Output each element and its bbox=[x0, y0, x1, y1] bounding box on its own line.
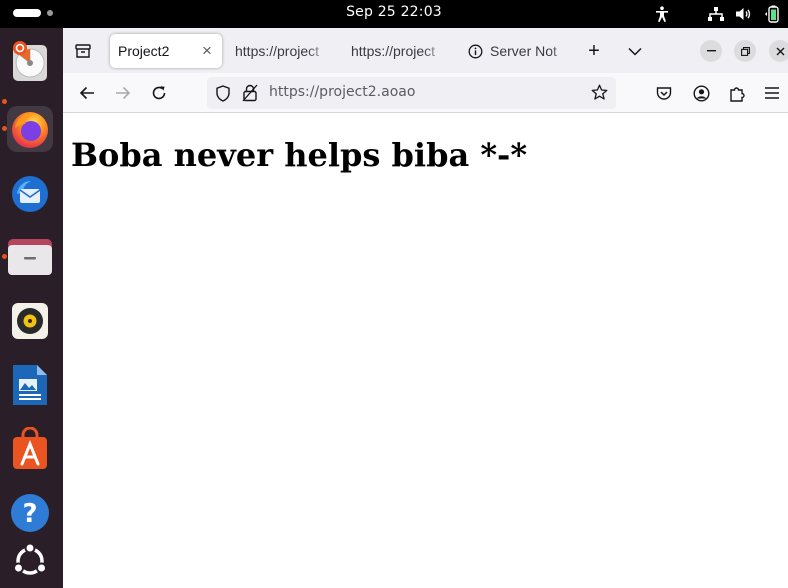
rhythmbox-icon bbox=[12, 303, 48, 339]
app-center-icon bbox=[13, 427, 47, 469]
back-button[interactable] bbox=[75, 81, 99, 105]
account-button[interactable] bbox=[689, 81, 713, 105]
restore-icon bbox=[740, 46, 750, 56]
plus-icon: + bbox=[588, 39, 600, 62]
dock-app-help[interactable]: ? bbox=[7, 490, 53, 536]
dock-app-writer[interactable] bbox=[7, 362, 53, 408]
restore-button[interactable] bbox=[734, 40, 756, 62]
system-tray[interactable] bbox=[652, 4, 782, 24]
minimize-icon bbox=[706, 50, 716, 52]
page-heading: Boba never helps biba *-* bbox=[71, 136, 528, 174]
tab-server-not-found[interactable]: Server Not bbox=[460, 34, 570, 68]
dock-app-app-center[interactable] bbox=[7, 426, 53, 472]
accessibility-icon[interactable] bbox=[652, 4, 672, 24]
writer-icon bbox=[13, 365, 47, 405]
volume-icon[interactable] bbox=[734, 4, 754, 24]
url-bar[interactable]: https://project2.aoao bbox=[207, 77, 616, 109]
arrow-left-icon bbox=[79, 86, 94, 100]
pocket-icon bbox=[656, 86, 672, 100]
files-icon bbox=[8, 239, 52, 275]
dock-app-disk-analyzer[interactable] bbox=[7, 38, 53, 84]
tab-project-3[interactable]: https://project bbox=[343, 34, 453, 68]
forward-button[interactable] bbox=[111, 81, 135, 105]
info-icon bbox=[468, 44, 483, 59]
firefox-window: Project2 × https://project https://proje… bbox=[63, 28, 788, 588]
navigation-toolbar: https://project2.aoao bbox=[63, 73, 788, 113]
dock-app-files[interactable] bbox=[7, 234, 53, 280]
close-icon bbox=[776, 47, 784, 55]
firefox-icon bbox=[12, 112, 48, 148]
extensions-button[interactable] bbox=[725, 81, 749, 105]
running-indicator bbox=[2, 99, 7, 104]
page-content: Boba never helps biba *-* bbox=[63, 114, 788, 588]
network-icon[interactable] bbox=[706, 4, 726, 24]
tab-strip: Project2 × https://project https://proje… bbox=[63, 28, 788, 73]
tab-label: https://project bbox=[351, 43, 436, 59]
reload-icon bbox=[152, 86, 166, 100]
dock-app-firefox[interactable] bbox=[7, 106, 53, 152]
tab-project-2[interactable]: https://project bbox=[226, 34, 336, 68]
account-icon bbox=[692, 84, 710, 102]
minimize-button[interactable] bbox=[700, 40, 722, 62]
bookmark-star-icon[interactable] bbox=[591, 84, 608, 101]
connection-insecure-icon[interactable] bbox=[242, 84, 258, 102]
battery-icon[interactable] bbox=[762, 4, 782, 24]
new-tab-button[interactable]: + bbox=[582, 39, 606, 63]
chevron-down-icon bbox=[628, 47, 642, 56]
dock-app-rhythmbox[interactable] bbox=[7, 298, 53, 344]
app-menu-button[interactable] bbox=[760, 81, 784, 105]
tab-label: Server Not bbox=[490, 43, 557, 59]
reload-button[interactable] bbox=[147, 81, 171, 105]
tab-label: Project2 bbox=[118, 43, 170, 59]
svg-text:?: ? bbox=[22, 499, 37, 529]
disk-analyzer-icon bbox=[13, 41, 47, 81]
dock-app-thunderbird[interactable] bbox=[7, 170, 53, 216]
help-icon: ? bbox=[11, 494, 49, 532]
arrow-right-icon bbox=[116, 86, 131, 100]
pocket-button[interactable] bbox=[652, 81, 676, 105]
list-all-tabs-button[interactable] bbox=[623, 39, 647, 63]
tab-overview-button[interactable] bbox=[71, 40, 95, 62]
tab-project2[interactable]: Project2 × bbox=[110, 34, 222, 68]
close-tab-icon[interactable]: × bbox=[202, 41, 212, 61]
dock: ? bbox=[0, 28, 63, 588]
thunderbird-icon bbox=[12, 176, 48, 212]
tracking-protection-icon[interactable] bbox=[215, 85, 231, 102]
archive-icon bbox=[75, 43, 91, 58]
url-text[interactable]: https://project2.aoao bbox=[269, 84, 415, 100]
puzzle-icon bbox=[730, 86, 745, 102]
hamburger-menu-icon bbox=[765, 87, 779, 99]
tab-label: https://project bbox=[235, 43, 320, 59]
top-bar: Sep 25 22:03 bbox=[0, 0, 788, 28]
dock-app-ubuntu[interactable] bbox=[7, 538, 53, 584]
close-window-button[interactable] bbox=[769, 40, 788, 62]
ubuntu-icon bbox=[13, 542, 47, 575]
